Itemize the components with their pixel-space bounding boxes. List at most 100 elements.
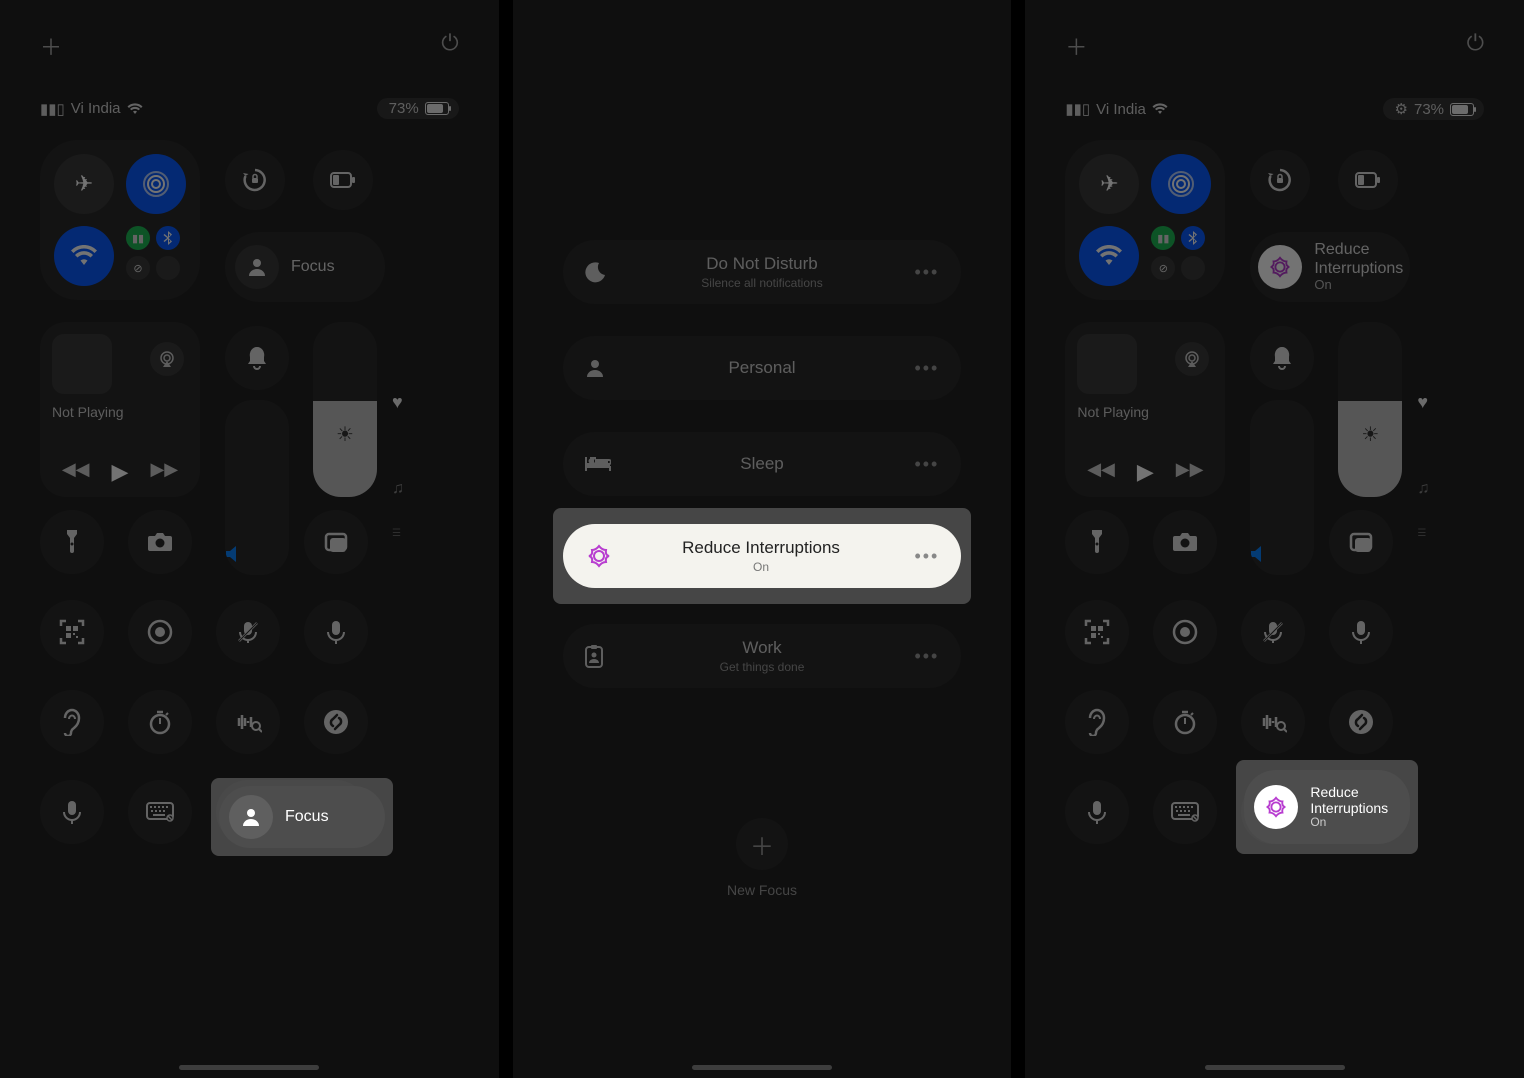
focus-do-not-disturb[interactable]: Do Not Disturb Silence all notifications… bbox=[563, 240, 962, 304]
lock-shortcut-icon[interactable]: ☰ bbox=[392, 528, 401, 539]
play-button[interactable]: ▶ bbox=[112, 459, 129, 485]
airplay-icon[interactable] bbox=[1175, 342, 1209, 376]
power-icon[interactable]: ⏻ bbox=[1467, 30, 1484, 62]
more-icon[interactable]: ••• bbox=[909, 646, 939, 667]
next-track-button[interactable]: ▶▶ bbox=[150, 459, 178, 485]
bluetooth-cellular-group[interactable]: ▮▮ ⊘ bbox=[126, 226, 186, 286]
sound-recognition-button[interactable] bbox=[216, 690, 280, 754]
media-module[interactable]: Not Playing ◀◀ ▶ ▶▶ bbox=[1065, 322, 1225, 497]
keyboard-button[interactable] bbox=[1153, 780, 1217, 844]
mic-mute-button[interactable] bbox=[216, 600, 280, 664]
voice-memo-button[interactable] bbox=[1329, 600, 1393, 664]
more-icon[interactable]: ••• bbox=[909, 358, 939, 379]
focus-sleep[interactable]: Sleep ••• bbox=[563, 432, 962, 496]
dictation-button[interactable] bbox=[1065, 780, 1129, 844]
flashlight-button[interactable] bbox=[1065, 510, 1129, 574]
stage-manager-button[interactable] bbox=[1329, 510, 1393, 574]
add-control-button[interactable]: ＋ bbox=[40, 30, 62, 62]
airplane-mode-toggle[interactable]: ✈ bbox=[1079, 154, 1139, 214]
focus-button-active-highlighted[interactable]: Reduce Interruptions On bbox=[1244, 770, 1410, 844]
brightness-slider[interactable]: ☀ bbox=[1338, 322, 1402, 497]
focus-button-highlighted[interactable]: Focus bbox=[219, 786, 385, 848]
screen-record-button[interactable] bbox=[1153, 600, 1217, 664]
dictation-button[interactable] bbox=[40, 780, 104, 844]
focus-work[interactable]: Work Get things done ••• bbox=[563, 624, 962, 688]
flashlight-button[interactable] bbox=[40, 510, 104, 574]
focus-active-label: Reduce Interruptions On bbox=[1310, 784, 1388, 830]
hearing-button[interactable] bbox=[1065, 690, 1129, 754]
battery-icon bbox=[425, 102, 449, 115]
add-control-button[interactable]: ＋ bbox=[1065, 30, 1087, 62]
play-button[interactable]: ▶ bbox=[1137, 459, 1154, 485]
qr-scan-button[interactable] bbox=[1065, 600, 1129, 664]
home-indicator[interactable] bbox=[692, 1065, 832, 1070]
voice-memo-button[interactable] bbox=[304, 600, 368, 664]
focus-personal[interactable]: Personal ••• bbox=[563, 336, 962, 400]
signal-icon: ▮▮▯ bbox=[40, 100, 65, 118]
ringer-toggle[interactable] bbox=[1250, 326, 1314, 390]
mic-mute-button[interactable] bbox=[1241, 600, 1305, 664]
airplay-icon[interactable] bbox=[150, 342, 184, 376]
sound-recognition-button[interactable] bbox=[1241, 690, 1305, 754]
more-icon[interactable]: ••• bbox=[909, 546, 939, 567]
wifi-toggle[interactable] bbox=[54, 226, 114, 286]
connectivity-module[interactable]: ✈ ▮▮ ⊘ bbox=[1065, 140, 1225, 300]
airdrop-toggle[interactable] bbox=[1151, 154, 1211, 214]
bluetooth-icon bbox=[1181, 226, 1205, 250]
focus-button[interactable]: Focus bbox=[225, 232, 385, 302]
connectivity-module[interactable]: ✈ ▮▮ ⊘ bbox=[40, 140, 200, 300]
power-icon[interactable]: ⏻ bbox=[441, 30, 458, 62]
battery-status[interactable]: ⚙ 73% bbox=[1383, 98, 1484, 120]
stage-manager-button[interactable] bbox=[304, 510, 368, 574]
next-track-button[interactable]: ▶▶ bbox=[1176, 459, 1204, 485]
panel-2-focus-menu: Do Not Disturb Silence all notifications… bbox=[513, 0, 1012, 1078]
low-power-mode-toggle[interactable] bbox=[1338, 150, 1398, 210]
new-focus-button[interactable]: ＋ New Focus bbox=[513, 818, 1012, 898]
shazam-button[interactable] bbox=[304, 690, 368, 754]
airdrop-toggle[interactable] bbox=[126, 154, 186, 214]
brightness-slider[interactable]: ☀ bbox=[313, 322, 377, 497]
music-shortcut-icon[interactable]: ♫ bbox=[1417, 480, 1429, 498]
music-shortcut-icon[interactable]: ♫ bbox=[392, 480, 404, 498]
hearing-button[interactable] bbox=[40, 690, 104, 754]
qr-scan-button[interactable] bbox=[40, 600, 104, 664]
more-icon[interactable]: ••• bbox=[909, 262, 939, 283]
focus-item-title: Reduce Interruptions bbox=[631, 538, 892, 558]
home-indicator[interactable] bbox=[179, 1065, 319, 1070]
timer-button[interactable] bbox=[1153, 690, 1217, 754]
brightness-icon: ☀ bbox=[1338, 422, 1402, 447]
favorite-icon[interactable]: ♥ bbox=[1417, 392, 1428, 413]
orientation-lock-toggle[interactable] bbox=[1250, 150, 1310, 210]
cellular-data-icon: ▮▮ bbox=[1151, 226, 1175, 250]
focus-reduce-interruptions[interactable]: Reduce Interruptions On ••• bbox=[563, 524, 962, 588]
keyboard-button[interactable] bbox=[128, 780, 192, 844]
wifi-toggle[interactable] bbox=[1079, 226, 1139, 286]
orientation-lock-toggle[interactable] bbox=[225, 150, 285, 210]
camera-button[interactable] bbox=[128, 510, 192, 574]
media-module[interactable]: Not Playing ◀◀ ▶ ▶▶ bbox=[40, 322, 200, 497]
previous-track-button[interactable]: ◀◀ bbox=[1087, 459, 1115, 485]
reduce-interruptions-icon bbox=[1258, 245, 1302, 289]
battery-status[interactable]: 73% bbox=[377, 98, 459, 119]
shazam-button[interactable] bbox=[1329, 690, 1393, 754]
bluetooth-icon bbox=[156, 226, 180, 250]
lock-shortcut-icon[interactable]: ☰ bbox=[1417, 528, 1426, 539]
more-icon[interactable]: ••• bbox=[909, 454, 939, 475]
media-title: Not Playing bbox=[52, 404, 188, 420]
airplane-mode-toggle[interactable]: ✈ bbox=[54, 154, 114, 214]
bluetooth-cellular-group[interactable]: ▮▮ ⊘ bbox=[1151, 226, 1211, 286]
screen-record-button[interactable] bbox=[128, 600, 192, 664]
favorite-icon[interactable]: ♥ bbox=[392, 392, 403, 413]
carrier-label: Vi India bbox=[1096, 101, 1146, 118]
timer-button[interactable] bbox=[128, 690, 192, 754]
focus-button-active[interactable]: Reduce Interruptions On bbox=[1250, 232, 1410, 302]
previous-track-button[interactable]: ◀◀ bbox=[62, 459, 90, 485]
low-power-mode-toggle[interactable] bbox=[313, 150, 373, 210]
focus-item-sub: Get things done bbox=[633, 660, 892, 674]
reduce-interruptions-icon bbox=[585, 542, 613, 570]
home-indicator[interactable] bbox=[1205, 1065, 1345, 1070]
focus-label: Focus bbox=[291, 258, 335, 276]
focus-item-title: Personal bbox=[633, 358, 892, 378]
camera-button[interactable] bbox=[1153, 510, 1217, 574]
ringer-toggle[interactable] bbox=[225, 326, 289, 390]
